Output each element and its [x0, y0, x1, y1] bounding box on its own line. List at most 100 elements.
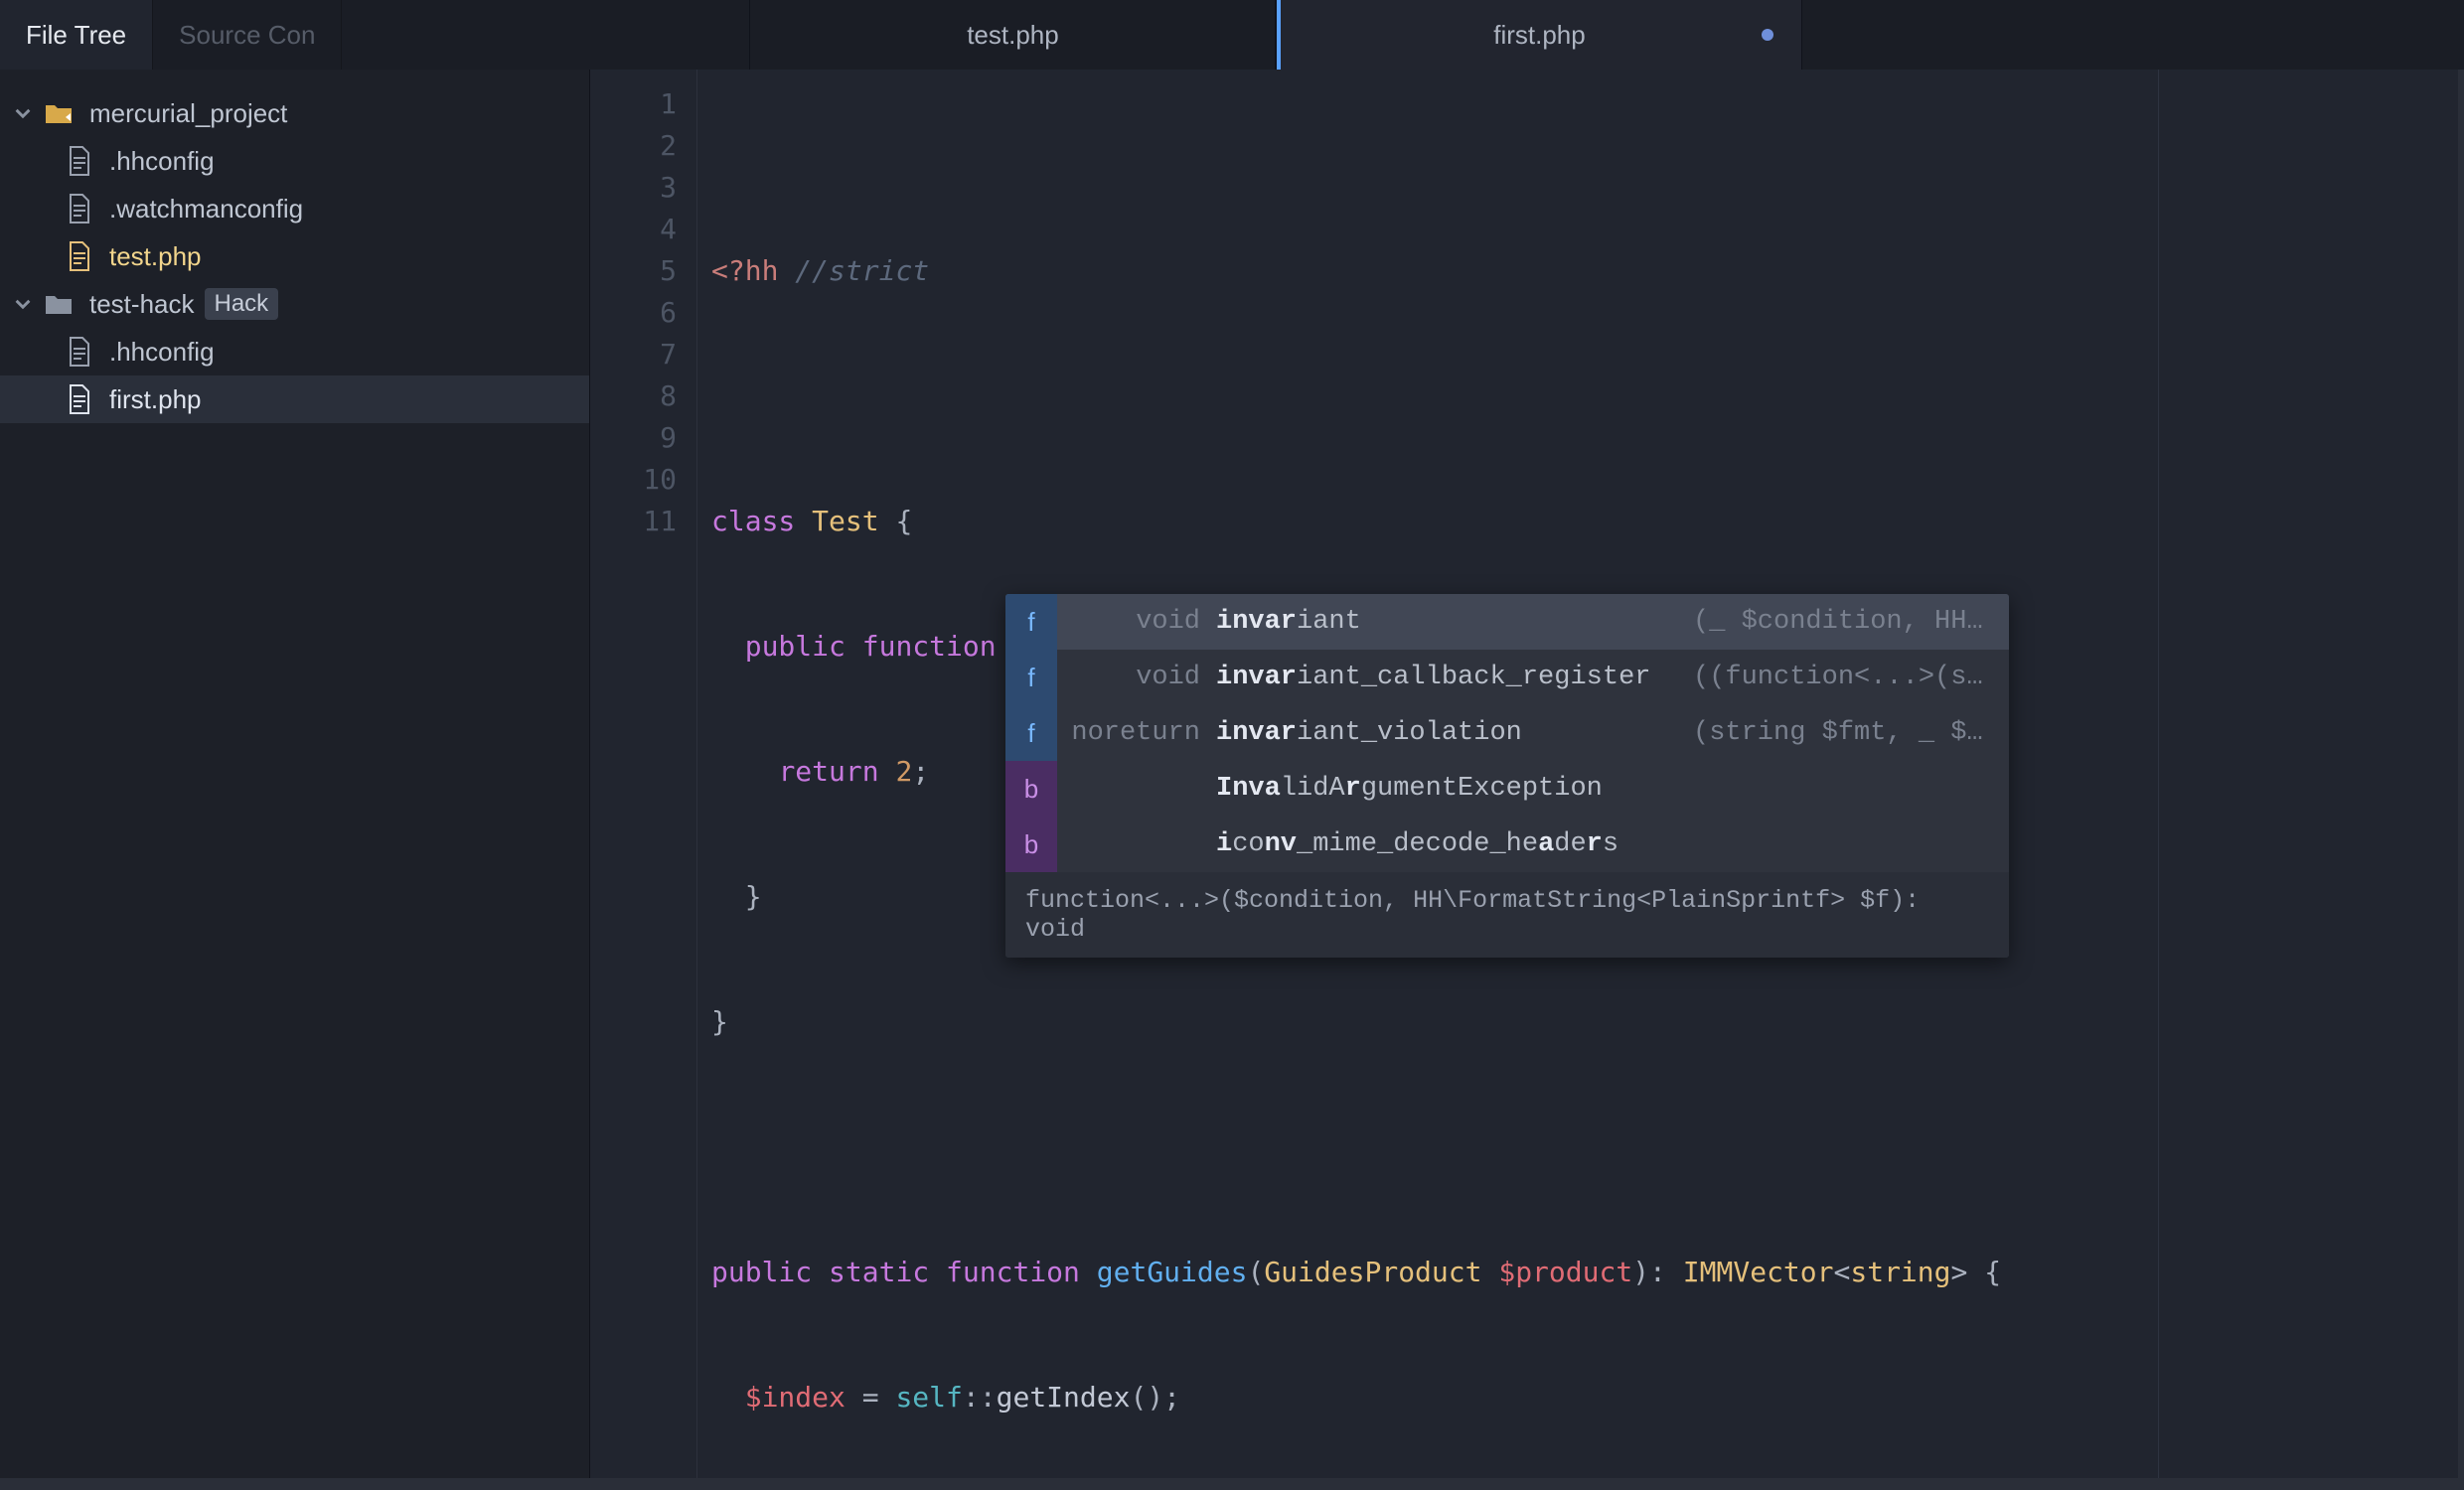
completion-name: InvalidArgumentException [1216, 774, 1603, 804]
folder-repo-icon [44, 101, 74, 125]
file-icon [68, 194, 91, 224]
tree-folder-mercurial[interactable]: mercurial_project [0, 89, 589, 137]
folder-label: test-hack [89, 289, 195, 320]
editor-tab-test[interactable]: test.php [749, 0, 1276, 70]
completion-kind-icon: b [1005, 761, 1057, 817]
token: > [1951, 1252, 1968, 1293]
token: class [711, 501, 812, 542]
file-icon [68, 337, 91, 367]
line-number: 6 [590, 292, 696, 334]
token: Test [812, 501, 878, 542]
autocomplete-item[interactable]: b InvalidArgumentException [1005, 761, 2009, 817]
line-number: 3 [590, 167, 696, 209]
token: { [879, 501, 913, 542]
autocomplete-item[interactable]: b iconv_mime_decode_headers [1005, 817, 2009, 872]
tab-spacer [342, 0, 749, 70]
completion-return-type: void [1057, 607, 1216, 637]
token: } [745, 876, 762, 918]
line-number: 7 [590, 334, 696, 375]
file-label: first.php [109, 384, 202, 415]
rest: iant_callback_register [1297, 663, 1650, 692]
line-number-gutter: 1 2 3 4 5 6 7 8 9 10 11 [590, 70, 697, 1478]
code-line: public static function getGuides(GuidesP… [711, 1252, 2464, 1293]
autocomplete-item[interactable]: f void invariant_callback_register ((fun… [1005, 650, 2009, 705]
completion-kind-icon: f [1005, 594, 1057, 650]
token: public [745, 626, 862, 668]
code-line [711, 1126, 2464, 1168]
token: //strict [795, 250, 929, 292]
editor-scrollbar[interactable] [2458, 70, 2464, 1478]
completion-return-type: void [1057, 663, 1216, 692]
token: } [711, 1001, 728, 1043]
app-root: File Tree Source Con test.php first.php [0, 0, 2464, 1490]
token: IMMVector [1683, 1252, 1834, 1293]
line-number: 10 [590, 459, 696, 501]
chevron-down-icon [12, 102, 34, 124]
autocomplete-detail: function<...>($condition, HH\FormatStrin… [1005, 872, 2009, 958]
file-label: .hhconfig [109, 146, 215, 177]
rest: iant [1297, 607, 1361, 637]
completion-name: invariant_violation [1216, 718, 1522, 748]
token [711, 626, 745, 668]
editor-tab-first-label: first.php [1493, 20, 1586, 51]
code-line [711, 375, 2464, 417]
code-line: } [711, 1001, 2464, 1043]
chevron-down-icon [12, 293, 34, 315]
code-line: class Test { [711, 501, 2464, 542]
main-split: mercurial_project .hhconfig .watchmancon… [0, 70, 2464, 1478]
completion-signature: ((function<...>(st… [1693, 663, 1991, 692]
line-number: 1 [590, 83, 696, 125]
modified-indicator-icon [1762, 29, 1773, 41]
rest: iant_violation [1297, 718, 1522, 748]
token: ; [912, 751, 929, 793]
autocomplete-item[interactable]: f noreturn invariant_violation (string $… [1005, 705, 2009, 761]
completion-name: invariant_callback_register [1216, 663, 1650, 692]
match: invar [1216, 607, 1297, 637]
token: { [1967, 1252, 2001, 1293]
file-icon [68, 146, 91, 176]
token: string [1850, 1252, 1950, 1293]
token: ( [1247, 1252, 1264, 1293]
tree-file-first[interactable]: first.php [0, 375, 589, 423]
folder-icon [44, 292, 74, 316]
line-number: 2 [590, 125, 696, 167]
token: public [711, 1252, 829, 1293]
completion-kind-icon: f [1005, 650, 1057, 705]
token: return [778, 751, 895, 793]
file-tree-sidebar: mercurial_project .hhconfig .watchmancon… [0, 70, 590, 1478]
token: getGuides [1097, 1252, 1248, 1293]
file-label: .hhconfig [109, 337, 215, 368]
token: function [946, 1252, 1097, 1293]
tab-file-tree[interactable]: File Tree [0, 0, 153, 70]
editor-tab-first[interactable]: first.php [1276, 0, 1802, 70]
editor-pane[interactable]: 1 2 3 4 5 6 7 8 9 10 11 <?hh //strict cl… [590, 70, 2464, 1478]
line-number: 4 [590, 209, 696, 250]
token: 2 [895, 751, 912, 793]
file-icon [68, 241, 91, 271]
tree-file-hhconfig-1[interactable]: .hhconfig [0, 137, 589, 185]
completion-name: invariant [1216, 607, 1361, 637]
token: (); [1130, 1377, 1180, 1418]
top-tab-bar: File Tree Source Con test.php first.php [0, 0, 2464, 70]
completion-kind-icon: b [1005, 817, 1057, 872]
wrap-guide-line [2158, 70, 2159, 1478]
file-icon [68, 384, 91, 414]
completion-return-type: noreturn [1057, 718, 1216, 748]
match: invar [1216, 718, 1297, 748]
tree-file-watchman[interactable]: .watchmanconfig [0, 185, 589, 232]
completion-kind-icon: f [1005, 705, 1057, 761]
code-line: <?hh //strict [711, 250, 2464, 292]
language-badge: Hack [205, 288, 279, 320]
autocomplete-item[interactable]: f void invariant (_ $condition, HH\… [1005, 594, 2009, 650]
autocomplete-popup: f void invariant (_ $condition, HH\… f v… [1005, 594, 2009, 958]
tab-source-control[interactable]: Source Con [153, 0, 342, 70]
tree-folder-testhack[interactable]: test-hack Hack [0, 280, 589, 328]
panel-tab-group: File Tree Source Con [0, 0, 342, 70]
tree-file-hhconfig-2[interactable]: .hhconfig [0, 328, 589, 375]
tree-file-test[interactable]: test.php [0, 232, 589, 280]
token: :: [963, 1377, 997, 1418]
token: GuidesProduct [1264, 1252, 1498, 1293]
token [711, 1377, 745, 1418]
editor-tab-group: test.php first.php [342, 0, 2464, 70]
line-number: 11 [590, 501, 696, 542]
